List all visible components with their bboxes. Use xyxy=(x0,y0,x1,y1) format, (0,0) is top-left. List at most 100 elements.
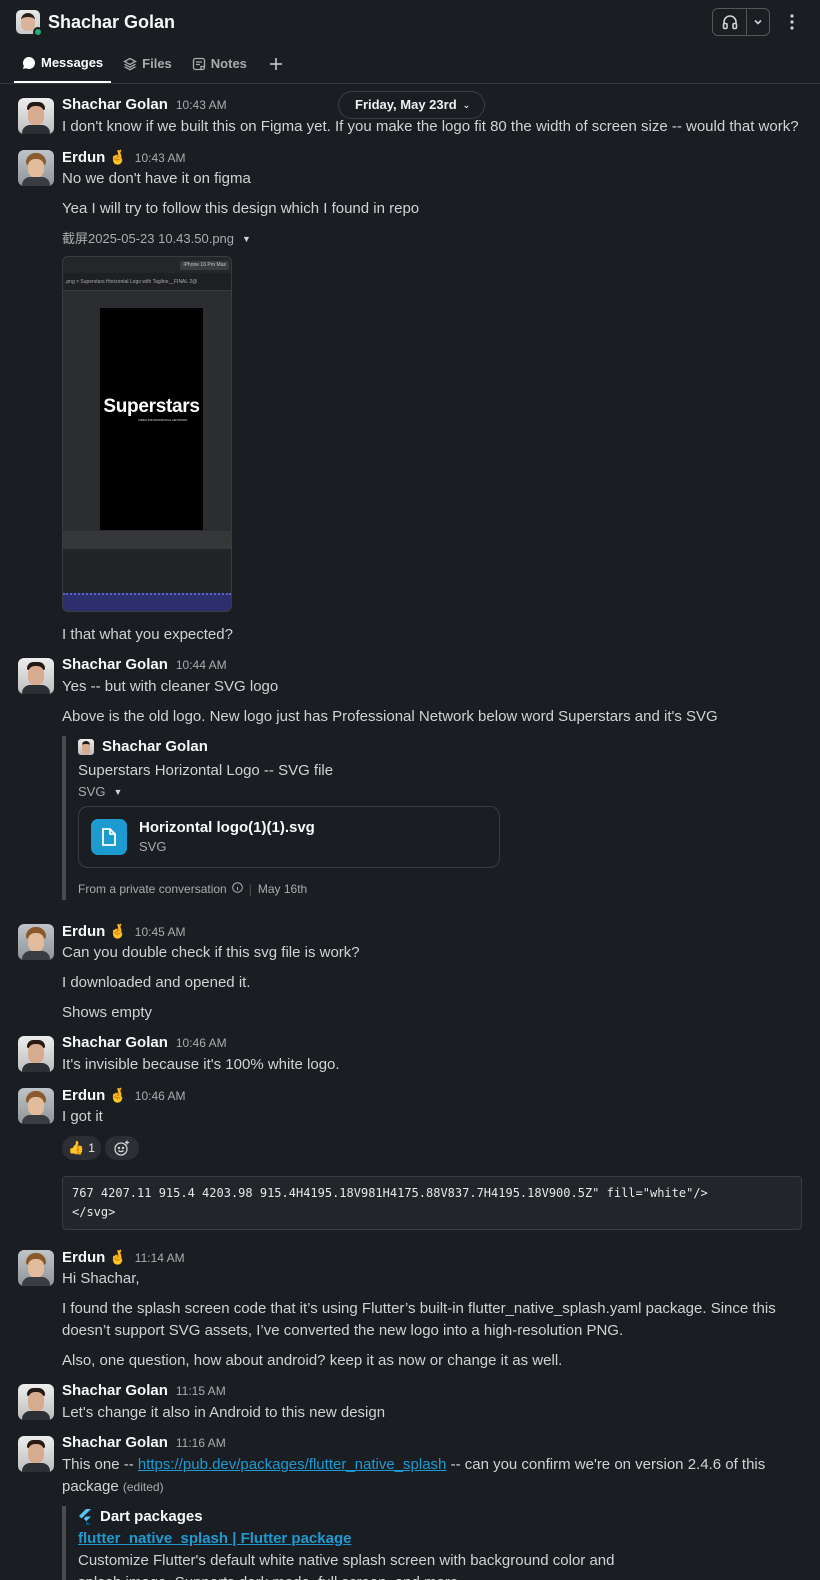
message-text: This one -- https://pub.dev/packages/flu… xyxy=(62,1454,802,1498)
message-timestamp[interactable]: 11:14 AM xyxy=(135,1247,185,1269)
message: Shachar Golan 10:44 AM Yes -- but with c… xyxy=(0,650,820,908)
presence-indicator xyxy=(33,27,43,37)
author-name[interactable]: Shachar Golan xyxy=(62,94,168,116)
author-name[interactable]: Erdun xyxy=(62,921,105,943)
date-divider-label: Friday, May 23rd xyxy=(355,97,457,112)
shared-file-kind-text: SVG xyxy=(78,784,106,799)
caret-down-icon[interactable]: ▼ xyxy=(113,781,122,803)
author-name[interactable]: Shachar Golan xyxy=(62,1432,168,1454)
tab-notes[interactable]: Notes xyxy=(184,45,255,83)
shared-message-text: Superstars Horizontal Logo -- SVG file xyxy=(78,762,334,779)
message: Erdun 🤞 10:43 AM No we don't have it on … xyxy=(0,142,820,650)
status-emoji: 🤞 xyxy=(109,1249,127,1265)
avatar xyxy=(78,739,94,755)
message-text: Hi Shachar, xyxy=(62,1270,140,1287)
shared-date[interactable]: May 16th xyxy=(258,878,307,900)
preview-splash-canvas: Superstars VIDEO PROFESSIONAL NETWORK xyxy=(100,308,203,530)
author-name[interactable]: Shachar Golan xyxy=(62,1032,168,1054)
avatar[interactable] xyxy=(18,1088,54,1124)
shared-source: From a private conversation xyxy=(78,882,227,896)
message-text: Also, one question, how about android? k… xyxy=(62,1352,563,1369)
tab-notes-label: Notes xyxy=(210,56,247,71)
avatar[interactable] xyxy=(18,658,54,694)
date-divider-pill[interactable]: Friday, May 23rd ⌄ xyxy=(338,91,486,119)
message: Erdun 🤞 10:45 AM Can you double check if… xyxy=(0,916,820,1028)
message-text: I that what you expected? xyxy=(62,626,233,643)
avatar[interactable] xyxy=(18,1036,54,1072)
link-preview-title[interactable]: flutter_native_splash | Flutter package xyxy=(78,1528,802,1550)
message-text: I found the splash screen code that it’s… xyxy=(62,1300,776,1339)
message-timestamp[interactable]: 10:43 AM xyxy=(176,94,227,116)
author-name[interactable]: Erdun xyxy=(62,147,105,169)
file-type: SVG xyxy=(139,839,167,854)
message: Erdun 🤞 11:14 AM Hi Shachar, I found the… xyxy=(0,1242,820,1376)
message-text: I don't know if we built this on Figma y… xyxy=(62,118,799,135)
shared-author-name[interactable]: Shachar Golan xyxy=(102,736,208,758)
tab-messages[interactable]: Messages xyxy=(14,45,112,83)
message-list: Friday, May 23rd ⌄ Shachar Golan 10:43 A… xyxy=(0,84,820,1580)
shared-message[interactable]: Shachar Golan Superstars Horizontal Logo… xyxy=(62,736,802,900)
message: Shachar Golan 10:46 AM It's invisible be… xyxy=(0,1028,820,1080)
reactions-bar: 👍 1 xyxy=(62,1136,802,1160)
header-avatar[interactable] xyxy=(16,10,43,37)
message: Erdun 🤞 10:46 AM I got it 👍 1 xyxy=(0,1080,820,1164)
file-name[interactable]: Horizontal logo(1)(1).svg xyxy=(139,818,315,838)
attachment-filename[interactable]: 截屏2025-05-23 10.43.50.png ▼ xyxy=(62,228,802,250)
message: Shachar Golan 11:16 AM This one -- https… xyxy=(0,1428,820,1580)
message-timestamp[interactable]: 10:44 AM xyxy=(176,654,227,676)
edited-label: (edited) xyxy=(122,1480,164,1494)
huddle-button[interactable] xyxy=(712,8,770,36)
status-emoji: 🤞 xyxy=(109,923,127,939)
preview-logo-text: Superstars xyxy=(103,396,200,417)
avatar[interactable] xyxy=(18,1384,54,1420)
shared-file-kind[interactable]: SVG ▼ xyxy=(78,782,802,802)
separator: | xyxy=(248,882,252,896)
tab-messages-label: Messages xyxy=(41,55,104,70)
reaction-thumbs-up[interactable]: 👍 1 xyxy=(62,1136,101,1160)
plus-icon xyxy=(269,58,282,70)
chevron-down-icon[interactable] xyxy=(747,17,769,27)
avatar[interactable] xyxy=(18,98,54,134)
caret-down-icon[interactable]: ▼ xyxy=(242,228,251,250)
file-doc-icon xyxy=(91,819,127,855)
file-card[interactable]: Horizontal logo(1)(1).svg SVG xyxy=(78,806,500,868)
message-link[interactable]: https://pub.dev/packages/flutter_native_… xyxy=(138,1456,447,1473)
reaction-count: 1 xyxy=(88,1141,95,1155)
avatar[interactable] xyxy=(18,1436,54,1472)
channel-tabs: Messages Files Notes xyxy=(0,44,820,84)
headphones-icon[interactable] xyxy=(713,9,747,35)
message-text-part: This one -- xyxy=(62,1456,138,1473)
message-text: Let's change it also in Android to this … xyxy=(62,1404,386,1421)
avatar[interactable] xyxy=(18,1250,54,1286)
info-icon[interactable] xyxy=(231,878,243,900)
preview-device-label: iPhone 16 Pro Max xyxy=(180,260,229,270)
more-vertical-icon[interactable] xyxy=(778,8,806,36)
message-timestamp[interactable]: 10:43 AM xyxy=(135,147,186,169)
message-timestamp[interactable]: 11:15 AM xyxy=(176,1380,226,1402)
link-preview-description: Customize Flutter's default white native… xyxy=(78,1552,615,1580)
message-text: Shows empty xyxy=(62,1004,153,1021)
link-preview: Dart packages flutter_native_splash | Fl… xyxy=(62,1506,802,1580)
tab-files[interactable]: Files xyxy=(115,45,180,83)
shared-message-footer: From a private conversation | May 16th xyxy=(78,878,802,900)
author-name[interactable]: Shachar Golan xyxy=(62,654,168,676)
add-tab-button[interactable] xyxy=(259,45,298,83)
message-text: Can you double check if this svg file is… xyxy=(62,944,360,961)
author-name[interactable]: Shachar Golan xyxy=(62,1380,168,1402)
code-block[interactable]: 767 4207.11 915.4 4203.98 915.4H4195.18V… xyxy=(62,1176,802,1230)
add-reaction-icon[interactable] xyxy=(104,1136,139,1160)
messages-icon xyxy=(22,57,35,69)
message-timestamp[interactable]: 10:46 AM xyxy=(176,1032,227,1054)
message-text: No we don't have it on figma xyxy=(62,170,251,187)
image-attachment[interactable]: iPhone 16 Pro Max .png × Superstars Hori… xyxy=(62,256,232,612)
message-text: Yea I will try to follow this design whi… xyxy=(62,200,420,217)
avatar[interactable] xyxy=(18,150,54,186)
avatar[interactable] xyxy=(18,924,54,960)
channel-title[interactable]: Shachar Golan xyxy=(48,11,175,33)
status-emoji: 🤞 xyxy=(109,1087,127,1103)
author-name[interactable]: Erdun xyxy=(62,1247,105,1269)
author-name[interactable]: Erdun xyxy=(62,1085,105,1107)
message-timestamp[interactable]: 10:45 AM xyxy=(135,921,186,943)
message-timestamp[interactable]: 10:46 AM xyxy=(135,1085,186,1107)
message-timestamp[interactable]: 11:16 AM xyxy=(176,1432,226,1454)
